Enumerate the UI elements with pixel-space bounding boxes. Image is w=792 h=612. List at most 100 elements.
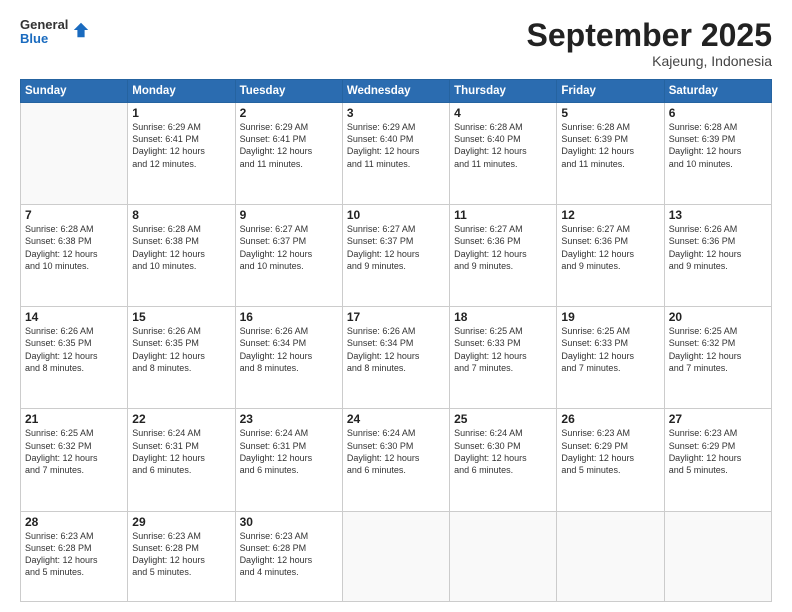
day-number: 4	[454, 106, 552, 120]
day-number: 29	[132, 515, 230, 529]
day-info: Sunrise: 6:29 AM Sunset: 6:41 PM Dayligh…	[132, 121, 230, 170]
calendar-cell: 4Sunrise: 6:28 AM Sunset: 6:40 PM Daylig…	[450, 103, 557, 205]
calendar-cell: 17Sunrise: 6:26 AM Sunset: 6:34 PM Dayli…	[342, 307, 449, 409]
day-info: Sunrise: 6:25 AM Sunset: 6:32 PM Dayligh…	[25, 427, 123, 476]
day-number: 28	[25, 515, 123, 529]
day-info: Sunrise: 6:26 AM Sunset: 6:36 PM Dayligh…	[669, 223, 767, 272]
calendar-cell: 18Sunrise: 6:25 AM Sunset: 6:33 PM Dayli…	[450, 307, 557, 409]
calendar-cell	[664, 511, 771, 602]
calendar-cell: 26Sunrise: 6:23 AM Sunset: 6:29 PM Dayli…	[557, 409, 664, 511]
page: General Blue September 2025 Kajeung, Ind…	[0, 0, 792, 612]
day-number: 1	[132, 106, 230, 120]
day-info: Sunrise: 6:27 AM Sunset: 6:36 PM Dayligh…	[454, 223, 552, 272]
calendar-cell: 8Sunrise: 6:28 AM Sunset: 6:38 PM Daylig…	[128, 205, 235, 307]
logo-blue: Blue	[20, 32, 68, 46]
calendar-cell: 19Sunrise: 6:25 AM Sunset: 6:33 PM Dayli…	[557, 307, 664, 409]
calendar-week-row: 1Sunrise: 6:29 AM Sunset: 6:41 PM Daylig…	[21, 103, 772, 205]
calendar-cell: 12Sunrise: 6:27 AM Sunset: 6:36 PM Dayli…	[557, 205, 664, 307]
calendar-cell: 24Sunrise: 6:24 AM Sunset: 6:30 PM Dayli…	[342, 409, 449, 511]
day-info: Sunrise: 6:25 AM Sunset: 6:33 PM Dayligh…	[561, 325, 659, 374]
calendar-cell: 13Sunrise: 6:26 AM Sunset: 6:36 PM Dayli…	[664, 205, 771, 307]
day-number: 5	[561, 106, 659, 120]
calendar-cell: 14Sunrise: 6:26 AM Sunset: 6:35 PM Dayli…	[21, 307, 128, 409]
logo-icon	[72, 21, 90, 39]
calendar-week-row: 14Sunrise: 6:26 AM Sunset: 6:35 PM Dayli…	[21, 307, 772, 409]
title-block: September 2025 Kajeung, Indonesia	[527, 18, 772, 69]
day-number: 6	[669, 106, 767, 120]
calendar-cell: 25Sunrise: 6:24 AM Sunset: 6:30 PM Dayli…	[450, 409, 557, 511]
calendar-day-header: Thursday	[450, 80, 557, 103]
day-info: Sunrise: 6:24 AM Sunset: 6:31 PM Dayligh…	[132, 427, 230, 476]
calendar-cell: 11Sunrise: 6:27 AM Sunset: 6:36 PM Dayli…	[450, 205, 557, 307]
day-info: Sunrise: 6:23 AM Sunset: 6:28 PM Dayligh…	[240, 530, 338, 579]
day-number: 16	[240, 310, 338, 324]
day-info: Sunrise: 6:26 AM Sunset: 6:34 PM Dayligh…	[347, 325, 445, 374]
calendar-cell: 16Sunrise: 6:26 AM Sunset: 6:34 PM Dayli…	[235, 307, 342, 409]
day-number: 8	[132, 208, 230, 222]
day-info: Sunrise: 6:29 AM Sunset: 6:41 PM Dayligh…	[240, 121, 338, 170]
day-number: 15	[132, 310, 230, 324]
day-number: 3	[347, 106, 445, 120]
day-number: 21	[25, 412, 123, 426]
day-number: 22	[132, 412, 230, 426]
day-info: Sunrise: 6:25 AM Sunset: 6:33 PM Dayligh…	[454, 325, 552, 374]
day-number: 17	[347, 310, 445, 324]
calendar-cell	[342, 511, 449, 602]
day-info: Sunrise: 6:25 AM Sunset: 6:32 PM Dayligh…	[669, 325, 767, 374]
calendar-day-header: Monday	[128, 80, 235, 103]
day-info: Sunrise: 6:27 AM Sunset: 6:37 PM Dayligh…	[240, 223, 338, 272]
day-info: Sunrise: 6:29 AM Sunset: 6:40 PM Dayligh…	[347, 121, 445, 170]
calendar-cell: 6Sunrise: 6:28 AM Sunset: 6:39 PM Daylig…	[664, 103, 771, 205]
day-number: 14	[25, 310, 123, 324]
calendar-cell: 29Sunrise: 6:23 AM Sunset: 6:28 PM Dayli…	[128, 511, 235, 602]
calendar-cell: 15Sunrise: 6:26 AM Sunset: 6:35 PM Dayli…	[128, 307, 235, 409]
day-info: Sunrise: 6:26 AM Sunset: 6:34 PM Dayligh…	[240, 325, 338, 374]
calendar-cell: 27Sunrise: 6:23 AM Sunset: 6:29 PM Dayli…	[664, 409, 771, 511]
day-info: Sunrise: 6:23 AM Sunset: 6:28 PM Dayligh…	[132, 530, 230, 579]
day-number: 30	[240, 515, 338, 529]
calendar-cell: 3Sunrise: 6:29 AM Sunset: 6:40 PM Daylig…	[342, 103, 449, 205]
day-number: 25	[454, 412, 552, 426]
calendar-day-header: Sunday	[21, 80, 128, 103]
calendar-week-row: 21Sunrise: 6:25 AM Sunset: 6:32 PM Dayli…	[21, 409, 772, 511]
calendar-day-header: Wednesday	[342, 80, 449, 103]
day-info: Sunrise: 6:28 AM Sunset: 6:38 PM Dayligh…	[132, 223, 230, 272]
day-info: Sunrise: 6:27 AM Sunset: 6:36 PM Dayligh…	[561, 223, 659, 272]
calendar-day-header: Friday	[557, 80, 664, 103]
day-info: Sunrise: 6:24 AM Sunset: 6:30 PM Dayligh…	[347, 427, 445, 476]
day-info: Sunrise: 6:26 AM Sunset: 6:35 PM Dayligh…	[132, 325, 230, 374]
day-number: 19	[561, 310, 659, 324]
day-info: Sunrise: 6:28 AM Sunset: 6:39 PM Dayligh…	[561, 121, 659, 170]
calendar-day-header: Saturday	[664, 80, 771, 103]
day-info: Sunrise: 6:26 AM Sunset: 6:35 PM Dayligh…	[25, 325, 123, 374]
calendar-cell: 9Sunrise: 6:27 AM Sunset: 6:37 PM Daylig…	[235, 205, 342, 307]
day-info: Sunrise: 6:27 AM Sunset: 6:37 PM Dayligh…	[347, 223, 445, 272]
calendar-cell: 21Sunrise: 6:25 AM Sunset: 6:32 PM Dayli…	[21, 409, 128, 511]
day-number: 7	[25, 208, 123, 222]
day-number: 23	[240, 412, 338, 426]
day-number: 24	[347, 412, 445, 426]
day-info: Sunrise: 6:24 AM Sunset: 6:30 PM Dayligh…	[454, 427, 552, 476]
logo-general: General	[20, 18, 68, 32]
logo-text: General Blue	[20, 18, 68, 47]
calendar-day-header: Tuesday	[235, 80, 342, 103]
calendar-cell: 5Sunrise: 6:28 AM Sunset: 6:39 PM Daylig…	[557, 103, 664, 205]
day-number: 27	[669, 412, 767, 426]
logo: General Blue	[20, 18, 90, 47]
calendar-cell: 2Sunrise: 6:29 AM Sunset: 6:41 PM Daylig…	[235, 103, 342, 205]
day-info: Sunrise: 6:24 AM Sunset: 6:31 PM Dayligh…	[240, 427, 338, 476]
calendar-week-row: 7 Sunrise: 6:28 AM Sunset: 6:38 PM Daylig…	[21, 205, 772, 307]
day-number: 20	[669, 310, 767, 324]
month-title: September 2025	[527, 18, 772, 53]
calendar-cell: 23Sunrise: 6:24 AM Sunset: 6:31 PM Dayli…	[235, 409, 342, 511]
calendar-cell	[557, 511, 664, 602]
location: Kajeung, Indonesia	[527, 53, 772, 69]
day-number: 2	[240, 106, 338, 120]
calendar-cell	[450, 511, 557, 602]
calendar-cell: 10Sunrise: 6:27 AM Sunset: 6:37 PM Dayli…	[342, 205, 449, 307]
header: General Blue September 2025 Kajeung, Ind…	[20, 18, 772, 69]
calendar-cell: 20Sunrise: 6:25 AM Sunset: 6:32 PM Dayli…	[664, 307, 771, 409]
day-info: Sunrise: 6:23 AM Sunset: 6:28 PM Dayligh…	[25, 530, 123, 579]
day-number: 11	[454, 208, 552, 222]
day-number: 26	[561, 412, 659, 426]
